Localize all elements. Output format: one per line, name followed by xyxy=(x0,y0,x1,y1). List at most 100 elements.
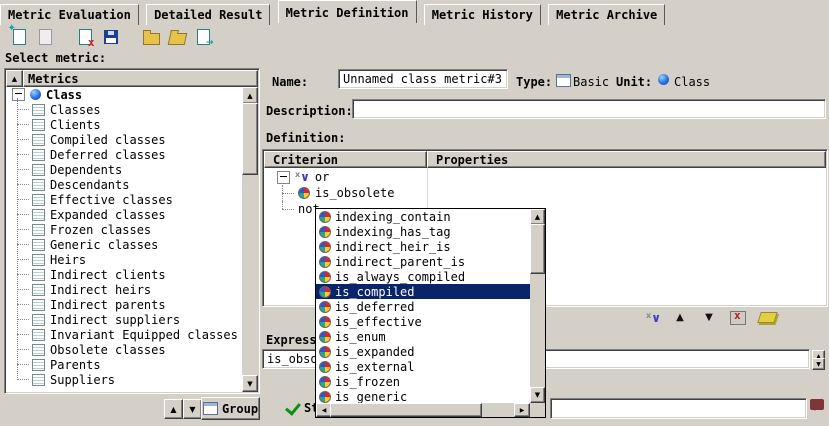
scroll-down-button[interactable]: ▼ xyxy=(530,387,545,403)
criterion-option[interactable]: is_always_compiled xyxy=(316,269,530,284)
basic-type-icon xyxy=(556,74,571,87)
scroll-thumb[interactable] xyxy=(330,403,482,417)
name-label: Name: xyxy=(272,75,308,89)
move-criterion-up-button[interactable]: ▲ xyxy=(669,308,691,327)
scroll-up-button[interactable]: ▲ xyxy=(242,87,258,104)
metric-tree-item[interactable]: Parents xyxy=(6,357,242,372)
metric-tree-item[interactable]: Heirs xyxy=(6,252,242,267)
clear-definition-button[interactable] xyxy=(756,308,778,327)
scroll-thumb[interactable] xyxy=(242,103,258,175)
definition-row-or[interactable]: ∨ or xyxy=(264,169,826,185)
open-metric-file-button[interactable] xyxy=(164,26,190,48)
definition-table-header: Criterion Properties xyxy=(264,151,826,168)
criterion-option[interactable]: is_deferred xyxy=(316,299,530,314)
copy-metric-button[interactable] xyxy=(32,26,58,48)
move-metric-down-button[interactable]: ▼ xyxy=(183,399,202,419)
scroll-thumb[interactable] xyxy=(530,224,545,274)
criterion-option[interactable]: indirect_parent_is xyxy=(316,254,530,269)
down-arrow-icon: ▼ xyxy=(705,312,713,323)
tab[interactable]: Metric Definition xyxy=(278,0,417,23)
metric-tree-item-label: Effective classes xyxy=(50,193,173,207)
new-metric-button[interactable] xyxy=(6,26,32,48)
description-input[interactable] xyxy=(352,99,826,119)
tab-label: Metric Archive xyxy=(556,8,657,22)
criterion-option-label: is_always_compiled xyxy=(335,270,465,284)
name-input[interactable] xyxy=(338,69,508,89)
dropdown-horizontal-scrollbar[interactable]: ◀ ▶ xyxy=(316,403,530,417)
metric-tree-item[interactable]: Indirect suppliers xyxy=(6,312,242,327)
metric-tree-item[interactable]: Dependents xyxy=(6,162,242,177)
collapse-icon[interactable] xyxy=(277,171,290,184)
metric-tree-header[interactable]: ▲ Metrics xyxy=(6,70,258,87)
scroll-up-button[interactable]: ▲ xyxy=(530,209,545,225)
definition-row-label: or xyxy=(315,170,329,184)
export-metrics-button[interactable] xyxy=(190,26,216,48)
metric-tree-header-label[interactable]: Metrics xyxy=(23,70,258,87)
comment-button[interactable] xyxy=(810,399,824,410)
criterion-icon xyxy=(319,286,331,298)
metric-icon xyxy=(32,179,45,191)
metric-tree-item[interactable]: Invariant Equipped classes xyxy=(6,327,242,342)
definition-row-is-obsolete[interactable]: is_obsolete xyxy=(264,185,826,201)
metric-tree-item[interactable]: Indirect parents xyxy=(6,297,242,312)
criterion-option[interactable]: is_generic xyxy=(316,389,530,403)
sort-asc-icon: ▲ xyxy=(12,75,17,83)
metric-icon xyxy=(32,299,45,311)
group-button[interactable]: Group xyxy=(201,397,260,420)
metric-tree-item[interactable]: Frozen classes xyxy=(6,222,242,237)
metric-icon xyxy=(32,209,45,221)
tree-scrollbar[interactable]: ▲ ▼ xyxy=(242,87,258,392)
scroll-right-button[interactable]: ▶ xyxy=(514,403,530,417)
metric-tree-item[interactable]: Deferred classes xyxy=(6,147,242,162)
tab[interactable]: Metric Archive xyxy=(548,4,665,25)
criterion-option-list: indexing_contain indexing_has_tag indire… xyxy=(316,209,530,403)
dropdown-vertical-scrollbar[interactable]: ▲ ▼ xyxy=(530,209,545,403)
criterion-option[interactable]: indexing_contain xyxy=(316,209,530,224)
delete-criterion-button[interactable] xyxy=(727,308,749,327)
criterion-column-header[interactable]: Criterion xyxy=(264,151,427,168)
metrics-column-title: Metrics xyxy=(28,72,79,86)
tab[interactable]: Detailed Result xyxy=(146,4,270,25)
metric-tree-item[interactable]: Descendants xyxy=(6,177,242,192)
sort-button[interactable]: ▲ xyxy=(6,70,23,87)
criterion-option[interactable]: indirect_heir_is xyxy=(316,239,530,254)
criterion-option[interactable]: is_enum xyxy=(316,329,530,344)
collapse-icon[interactable] xyxy=(12,88,25,101)
comment-field[interactable] xyxy=(550,398,807,419)
scroll-down-button[interactable]: ▼ xyxy=(242,375,258,392)
criterion-option[interactable]: is_frozen xyxy=(316,374,530,389)
metric-tree-item[interactable]: Indirect heirs xyxy=(6,282,242,297)
metric-tree-item[interactable]: Obsolete classes xyxy=(6,342,242,357)
metric-tree-item[interactable]: Suppliers xyxy=(6,372,242,387)
metric-tree-item-label: Classes xyxy=(50,103,101,117)
criterion-icon xyxy=(319,301,331,313)
tab[interactable]: Metric Evaluation xyxy=(0,4,139,25)
metric-icon xyxy=(32,359,45,371)
metric-tree-item[interactable]: Clients xyxy=(6,117,242,132)
criterion-icon xyxy=(319,241,331,253)
save-metric-button[interactable] xyxy=(98,26,124,48)
scroll-down-button[interactable]: ▼ xyxy=(812,358,825,370)
metric-tree-item[interactable]: Classes xyxy=(6,102,242,117)
tab-label: Metric Evaluation xyxy=(8,8,131,22)
expression-scrollbar[interactable]: ▲ ▼ xyxy=(812,350,825,370)
move-criterion-down-button[interactable]: ▼ xyxy=(698,308,720,327)
delete-metric-button[interactable] xyxy=(72,26,98,48)
criterion-option[interactable]: is_compiled xyxy=(316,284,530,299)
metric-tree-item[interactable]: Expanded classes xyxy=(6,207,242,222)
move-metric-up-button[interactable]: ▲ xyxy=(164,399,183,419)
metric-tree-item-label: Frozen classes xyxy=(50,223,151,237)
criterion-option[interactable]: is_expanded xyxy=(316,344,530,359)
criterion-option[interactable]: is_external xyxy=(316,359,530,374)
metric-tree-item[interactable]: Indirect clients xyxy=(6,267,242,282)
metric-tree-item[interactable]: Effective classes xyxy=(6,192,242,207)
tab[interactable]: Metric History xyxy=(424,4,541,25)
metric-tree-item[interactable]: Compiled classes xyxy=(6,132,242,147)
criterion-option[interactable]: indexing_has_tag xyxy=(316,224,530,239)
swap-criterion-button[interactable]: ∨ xyxy=(640,308,662,327)
criterion-option[interactable]: is_effective xyxy=(316,314,530,329)
properties-column-header[interactable]: Properties xyxy=(427,151,826,168)
tree-root-class[interactable]: Class xyxy=(6,87,242,102)
import-metrics-button[interactable] xyxy=(138,26,164,48)
metric-tree-item[interactable]: Generic classes xyxy=(6,237,242,252)
